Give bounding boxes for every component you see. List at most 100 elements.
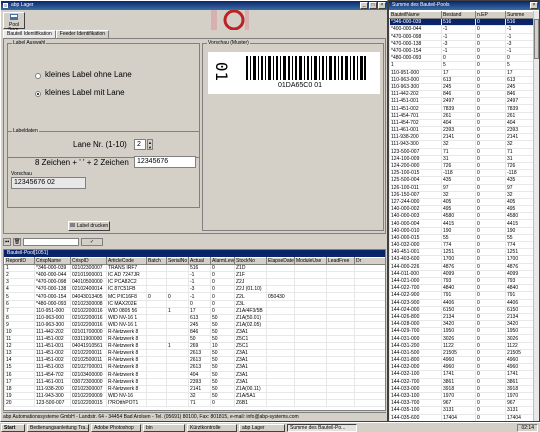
table-row[interactable]: 11 111-451-002 03311900000 R-Netzwerk 8 50 50… bbox=[4, 335, 385, 344]
table-row[interactable]: 111-454-702 404 0 404 bbox=[389, 118, 533, 128]
taskbar-item[interactable]: Summe des Bauteil-Po... bbox=[287, 423, 357, 432]
table-row[interactable]: 140-000-004 4415 0 4415 bbox=[389, 219, 533, 228]
pool-column-header[interactable]: ReportID bbox=[4, 256, 35, 266]
label-drucken-button[interactable]: Label drucken bbox=[68, 221, 110, 231]
table-row[interactable]: 111-943-300 32 0 32 bbox=[389, 140, 533, 149]
summary-column-header[interactable]: Bestand bbox=[441, 11, 476, 20]
table-row[interactable]: 144-029-700 1950 0 1950 bbox=[389, 327, 533, 336]
table-row[interactable]: 144-031-800 4960 0 4960 bbox=[389, 355, 533, 365]
table-row[interactable]: 144-031-500 21505 0 21505 bbox=[389, 348, 533, 358]
table-row[interactable]: 144-033-700 967 0 967 bbox=[389, 399, 533, 408]
table-row[interactable]: 111-938-200 2141 0 2141 bbox=[389, 133, 533, 142]
pool-column-header[interactable]: SerialNo bbox=[166, 256, 189, 266]
taskbar-item[interactable]: abp Lager bbox=[239, 423, 285, 432]
table-row[interactable]: 14 111-451-002 02102500011 R-Netzwerk 8 2613… bbox=[4, 356, 385, 365]
table-row[interactable]: 126-150-007 32 0 32 bbox=[389, 190, 533, 199]
summary-column-header[interactable]: Summe bbox=[505, 11, 533, 20]
table-row[interactable]: 5 *470-000-154 04043013405 MC PIC16F8 0 0 -1 0 Z… bbox=[4, 292, 385, 301]
table-row[interactable]: 140-000-010 190 0 190 bbox=[389, 226, 533, 235]
table-row[interactable]: 140-000-003 4580 0 4580 bbox=[389, 212, 533, 221]
radio-mit-lane-label[interactable]: kleines Label mit Lane bbox=[45, 88, 125, 97]
maximize-button[interactable]: □ bbox=[369, 2, 377, 9]
table-row[interactable]: *470-000-098 -1 0 -1 bbox=[389, 32, 533, 41]
table-row[interactable]: 144-035-100 3131 0 3131 bbox=[389, 406, 533, 415]
table-row[interactable]: 2 *400-000-044 02101900001 IC AD 7247JR -1 0 Z… bbox=[4, 271, 385, 280]
pool-column-header[interactable]: ElapseDate bbox=[266, 256, 295, 266]
table-row[interactable]: 140-451-001 1251 0 1251 bbox=[389, 248, 533, 257]
table-row[interactable]: 140-000-015 55 0 55 bbox=[389, 233, 533, 243]
start-button[interactable]: Start bbox=[1, 423, 25, 432]
table-row[interactable]: 144-028-000 3420 0 3420 bbox=[389, 320, 533, 329]
table-row[interactable]: 144-000-226 4876 0 4876 bbox=[389, 262, 533, 271]
table-row[interactable]: 4 *470-000-138 02102400014 IC 87C51FB -3 0 Z2J… bbox=[4, 285, 385, 294]
table-row[interactable]: 111-461-001 2393 0 2393 bbox=[389, 125, 533, 135]
table-row[interactable]: 18 111-938-200 02102300007 R-Netzwerk 8 2141… bbox=[4, 384, 385, 393]
table-row[interactable]: 124-200-000 726 0 726 bbox=[389, 161, 533, 171]
table-row[interactable]: 111-454-701 261 0 261 bbox=[389, 111, 533, 120]
table-row[interactable]: 140-032-000 774 0 774 bbox=[389, 240, 533, 250]
table-row[interactable]: 144-032-700 3861 0 3861 bbox=[389, 377, 533, 386]
table-row[interactable]: 125-100-015 -118 0 -118 bbox=[389, 169, 533, 178]
table-row[interactable]: 13 111-451-002 02102200011 R-Netzwerk 8 2613… bbox=[4, 349, 385, 358]
table-row[interactable]: 123-500-007 71 0 71 bbox=[389, 147, 533, 156]
pool-column-header[interactable]: StockNo bbox=[234, 256, 267, 266]
pool-column-header[interactable]: AlarmLevel bbox=[210, 256, 235, 266]
table-row[interactable]: 144-032-100 1741 0 1741 bbox=[389, 370, 533, 379]
delete-icon[interactable]: 🗑 bbox=[13, 237, 21, 246]
pool-column-header[interactable]: ModuleUse bbox=[294, 256, 327, 266]
pool-column-header[interactable]: Actual bbox=[188, 256, 211, 266]
summary-titlebar[interactable]: Summe des Bauteil-Pools × bbox=[389, 1, 539, 10]
table-row[interactable]: 144-023-900 4406 0 4406 bbox=[389, 298, 533, 307]
confirm-icon[interactable]: ✓ bbox=[81, 237, 103, 246]
table-row[interactable]: 144-031-000 3026 0 3026 bbox=[389, 334, 533, 343]
summary-close-button[interactable]: × bbox=[530, 2, 538, 9]
pool-column-header[interactable]: LeadFree bbox=[326, 256, 355, 266]
pool-column-header[interactable]: CrispID bbox=[70, 256, 107, 266]
taskbar-item[interactable]: Bedienungsanleitung Tra... bbox=[27, 423, 89, 432]
radio-mit-lane[interactable] bbox=[35, 91, 41, 97]
main-titlebar[interactable]: abp Lager _ □ × bbox=[1, 1, 387, 10]
filter-input[interactable] bbox=[23, 237, 79, 246]
pool-column-header[interactable]: CrispName bbox=[34, 256, 71, 266]
table-row[interactable]: *470-000-154 -1 0 -1 bbox=[389, 46, 533, 56]
table-row[interactable]: 144-031-200 1122 0 1122 bbox=[389, 341, 533, 350]
table-row[interactable]: 126-100-011 97 0 97 bbox=[389, 183, 533, 192]
table-row[interactable]: 6 *480-000-093 02102300008 IC MAX202E 0 0 Z3L bbox=[4, 299, 385, 308]
table-row[interactable]: 144-035-600 17404 0 17404 bbox=[389, 413, 533, 421]
table-row[interactable]: 110-951-000 17 0 17 bbox=[389, 68, 533, 77]
summary-column-header[interactable]: n.EP bbox=[475, 11, 506, 20]
table-row[interactable]: 110-963-000 613 0 613 bbox=[389, 75, 533, 84]
table-row[interactable]: 143-403-600 1700 0 1700 bbox=[389, 255, 533, 264]
summary-scrollbar[interactable] bbox=[533, 11, 539, 421]
nav-first-icon[interactable]: ⏮ bbox=[3, 237, 11, 246]
table-row[interactable]: 8 110-963-000 02102200016 WID NV-16 1 613 50 Z… bbox=[4, 313, 385, 322]
table-row[interactable]: 144-033-000 3918 0 3918 bbox=[389, 384, 533, 393]
table-row[interactable]: 144-011-000 4099 0 4099 bbox=[389, 269, 533, 278]
pool-column-header[interactable]: Dr bbox=[354, 256, 385, 266]
table-row[interactable]: *480-000-093 0 0 0 bbox=[389, 54, 533, 63]
table-row[interactable]: 144-024-000 6150 0 6150 bbox=[389, 305, 533, 314]
table-row[interactable]: 144-022-900 791 0 791 bbox=[389, 291, 533, 300]
tab-bauteil-identifikation[interactable]: Bauteil Identifikation bbox=[3, 30, 56, 38]
table-row[interactable]: 17 111-461-001 03072300000 R-Netzwerk 8 2393… bbox=[4, 377, 385, 386]
table-row[interactable]: 9 110-963-300 02102200016 WID NV-16 1 245 50 Z… bbox=[4, 320, 385, 329]
table-row[interactable]: 144-022-700 4840 0 4840 bbox=[389, 284, 533, 293]
table-row[interactable]: 19 111-943-300 02102200009 WID NV-16 32 50 Z1A… bbox=[4, 391, 385, 400]
table-row[interactable]: 15 111-451-003 02102700001 R-Netzwerk 8 2613… bbox=[4, 363, 385, 372]
taskbar-item[interactable]: Kürztkontrolle bbox=[187, 423, 237, 432]
summary-column-header[interactable]: BauteilName bbox=[389, 11, 442, 20]
tab-feeder-identifikation[interactable]: Feeder Identifikation bbox=[55, 30, 110, 38]
lane-spinner[interactable]: ▲ ▼ bbox=[147, 139, 153, 150]
scrollbar-thumb[interactable] bbox=[534, 19, 539, 59]
pool-sum-button[interactable]: Pool Sum. bbox=[3, 12, 25, 33]
table-row[interactable]: 111-451-002 7839 0 7839 bbox=[389, 104, 533, 113]
table-row[interactable]: 111-451-001 2497 0 2497 bbox=[389, 97, 533, 106]
table-row[interactable]: 124-100-009 31 0 31 bbox=[389, 154, 533, 163]
table-row[interactable]: 1505 bbox=[389, 61, 533, 70]
table-row[interactable]: *346-000-039 516 0 516 bbox=[389, 18, 533, 27]
taskbar-item[interactable]: bin bbox=[143, 423, 185, 432]
table-row[interactable]: *400-000-044 -1 0 -1 bbox=[389, 25, 533, 34]
table-row[interactable]: 7 110-951-000 02102200016 WID 0805 56 1 17 0 Z1… bbox=[4, 306, 385, 315]
table-row[interactable]: 20 123-500-007 02102200015 I?ROtthPOT1 71 0 Z6… bbox=[4, 398, 385, 407]
table-row[interactable]: 10 111-442-202 02101700000 R-Netzwerk 8 846 5… bbox=[4, 327, 385, 337]
